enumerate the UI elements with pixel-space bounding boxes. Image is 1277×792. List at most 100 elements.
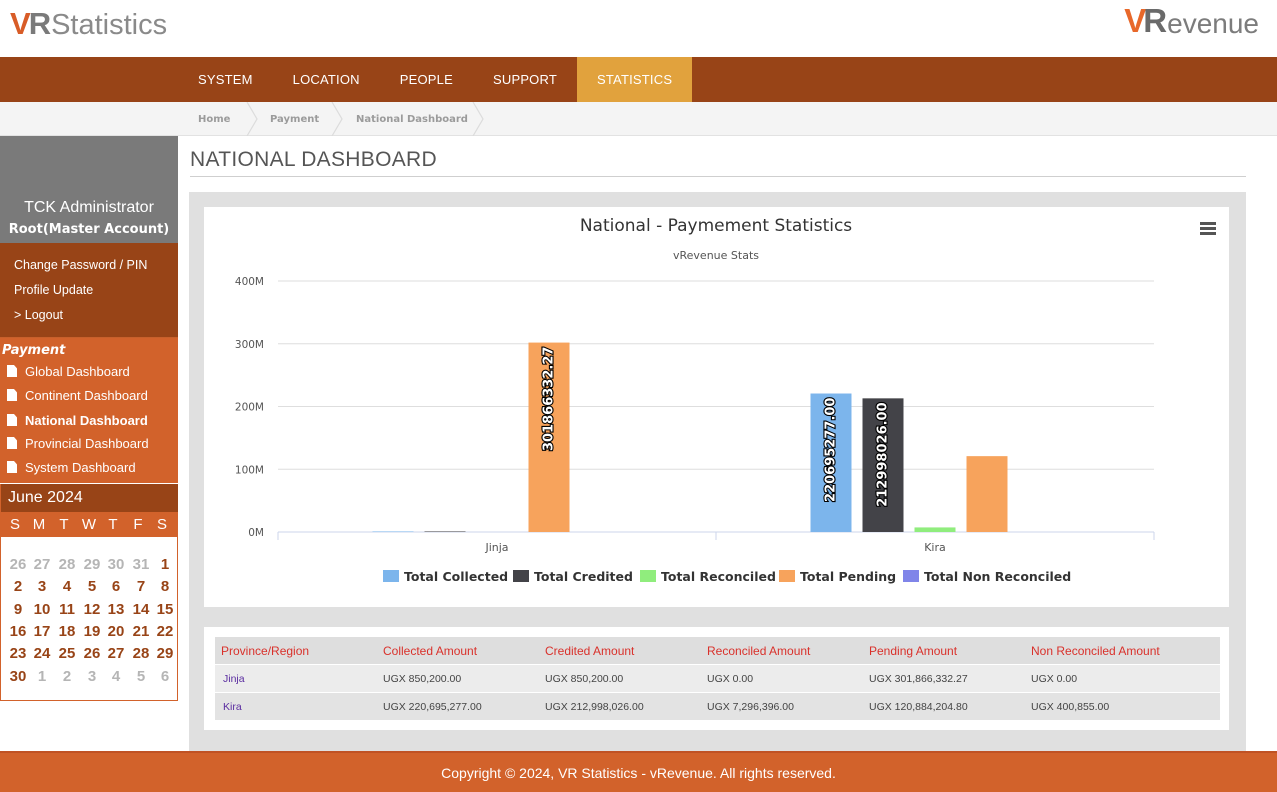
calendar-day[interactable]: 11 bbox=[55, 601, 79, 618]
breadcrumb-home[interactable]: Home bbox=[198, 102, 230, 136]
calendar-day[interactable]: 7 bbox=[129, 578, 153, 595]
account-link-logout[interactable]: > Logout bbox=[14, 308, 63, 322]
breadcrumb: Home Payment National Dashboard bbox=[0, 102, 1277, 136]
calendar-day[interactable]: 20 bbox=[104, 623, 128, 640]
breadcrumb-payment[interactable]: Payment bbox=[270, 102, 319, 136]
document-icon bbox=[7, 461, 17, 473]
calendar-day[interactable]: 21 bbox=[129, 623, 153, 640]
weekday-label: T bbox=[108, 516, 118, 533]
calendar-day[interactable]: 17 bbox=[30, 623, 54, 640]
calendar-day[interactable]: 13 bbox=[104, 601, 128, 618]
legend-item-total-reconciled[interactable]: Total Reconciled bbox=[661, 569, 776, 584]
column-header-non-reconciled-amount[interactable]: Non Reconciled Amount bbox=[1031, 644, 1160, 658]
account-link-profile-update[interactable]: Profile Update bbox=[14, 283, 93, 297]
payment-menu: Payment Global Dashboard Continent Dashbo… bbox=[0, 338, 178, 483]
breadcrumb-separator bbox=[246, 102, 258, 136]
x-tick-label: Kira bbox=[924, 541, 946, 554]
table-cell: UGX 850,200.00 bbox=[545, 673, 624, 685]
vrevenue-logo[interactable]: V Revenue bbox=[1124, 2, 1259, 40]
calendar-day[interactable]: 23 bbox=[6, 645, 30, 662]
calendar-day[interactable]: 3 bbox=[30, 578, 54, 595]
column-header-collected-amount[interactable]: Collected Amount bbox=[383, 644, 477, 658]
calendar-day[interactable]: 18 bbox=[55, 623, 79, 640]
y-tick-label: 200M bbox=[235, 402, 264, 414]
calendar-day[interactable]: 31 bbox=[129, 556, 153, 573]
calendar-day[interactable]: 26 bbox=[6, 556, 30, 573]
data-label: 212998026.00 bbox=[876, 402, 891, 506]
calendar-day[interactable]: 27 bbox=[30, 556, 54, 573]
calendar-day[interactable]: 24 bbox=[30, 645, 54, 662]
nav-system[interactable]: SYSTEM bbox=[178, 57, 273, 102]
nav-people[interactable]: PEOPLE bbox=[380, 57, 473, 102]
calendar-day[interactable]: 28 bbox=[129, 645, 153, 662]
bar-total-collected bbox=[372, 531, 414, 532]
calendar-day[interactable]: 15 bbox=[153, 601, 177, 618]
calendar-day[interactable]: 2 bbox=[55, 668, 79, 685]
nav-statistics[interactable]: STATISTICS bbox=[577, 57, 693, 102]
table-cell: UGX 212,998,026.00 bbox=[545, 701, 644, 713]
column-header-pending-amount[interactable]: Pending Amount bbox=[869, 644, 957, 658]
payment-chart: National - Paymement Statistics vRevenue … bbox=[204, 207, 1229, 607]
calendar-day[interactable]: 9 bbox=[6, 601, 30, 618]
calendar-day[interactable]: 19 bbox=[80, 623, 104, 640]
legend-item-total-collected[interactable]: Total Collected bbox=[404, 569, 508, 584]
document-icon bbox=[7, 389, 17, 401]
calendar-day[interactable]: 5 bbox=[129, 668, 153, 685]
calendar-day[interactable]: 4 bbox=[55, 578, 79, 595]
menu-item-national-dashboard[interactable]: National Dashboard bbox=[7, 411, 148, 429]
breadcrumb-separator bbox=[472, 102, 484, 136]
calendar-day[interactable]: 14 bbox=[129, 601, 153, 618]
legend-swatch bbox=[513, 570, 529, 582]
region-link[interactable]: Kira bbox=[223, 701, 242, 713]
calendar-day[interactable]: 2 bbox=[6, 578, 30, 595]
legend-item-total-non-reconciled[interactable]: Total Non Reconciled bbox=[924, 569, 1071, 584]
logo-text: evenue bbox=[1167, 8, 1259, 39]
calendar-day[interactable]: 22 bbox=[153, 623, 177, 640]
legend-swatch bbox=[903, 570, 919, 582]
chart-title: National - Paymement Statistics bbox=[580, 216, 852, 236]
calendar-day[interactable]: 1 bbox=[153, 556, 177, 573]
calendar-day[interactable]: 8 bbox=[153, 578, 177, 595]
legend-item-total-pending[interactable]: Total Pending bbox=[800, 569, 896, 584]
calendar-day[interactable]: 27 bbox=[104, 645, 128, 662]
calendar-day[interactable]: 4 bbox=[104, 668, 128, 685]
calendar-day[interactable]: 29 bbox=[153, 645, 177, 662]
calendar-day[interactable]: 16 bbox=[6, 623, 30, 640]
calendar-day[interactable]: 12 bbox=[80, 601, 104, 618]
calendar-day[interactable]: 30 bbox=[104, 556, 128, 573]
calendar-day[interactable]: 29 bbox=[80, 556, 104, 573]
calendar-day[interactable]: 10 bbox=[30, 601, 54, 618]
user-name: TCK Administrator bbox=[24, 199, 154, 216]
table-cell: UGX 400,855.00 bbox=[1031, 701, 1110, 713]
calendar-day[interactable]: 26 bbox=[80, 645, 104, 662]
calendar-day[interactable]: 25 bbox=[55, 645, 79, 662]
legend-item-total-credited[interactable]: Total Credited bbox=[534, 569, 633, 584]
chart-menu-icon[interactable] bbox=[1200, 222, 1216, 235]
menu-item-provincial-dashboard[interactable]: Provincial Dashboard bbox=[7, 434, 149, 452]
calendar-day[interactable]: 1 bbox=[30, 668, 54, 685]
weekday-label: F bbox=[133, 516, 143, 533]
region-link[interactable]: Jinja bbox=[223, 673, 245, 685]
table-cell: UGX 301,866,332.27 bbox=[869, 673, 968, 685]
nav-support[interactable]: SUPPORT bbox=[473, 57, 577, 102]
menu-item-label: National Dashboard bbox=[25, 412, 148, 428]
bar-total-credited bbox=[424, 531, 466, 532]
calendar-day[interactable]: 3 bbox=[80, 668, 104, 685]
calendar-day[interactable]: 30 bbox=[6, 668, 30, 685]
menu-item-label: System Dashboard bbox=[25, 459, 136, 475]
vrstatistics-logo[interactable]: V R Statistics bbox=[10, 6, 167, 42]
menu-item-global-dashboard[interactable]: Global Dashboard bbox=[7, 362, 130, 380]
calendar-day[interactable]: 28 bbox=[55, 556, 79, 573]
calendar-day[interactable]: 6 bbox=[104, 578, 128, 595]
column-header-credited-amount[interactable]: Credited Amount bbox=[545, 644, 634, 658]
calendar-day[interactable]: 5 bbox=[80, 578, 104, 595]
menu-item-continent-dashboard[interactable]: Continent Dashboard bbox=[7, 386, 148, 404]
menu-item-system-dashboard[interactable]: System Dashboard bbox=[7, 458, 136, 476]
calendar-day[interactable]: 6 bbox=[153, 668, 177, 685]
column-header-reconciled-amount[interactable]: Reconciled Amount bbox=[707, 644, 810, 658]
account-link-change-password-pin[interactable]: Change Password / PIN bbox=[14, 258, 147, 272]
breadcrumb-national-dashboard[interactable]: National Dashboard bbox=[356, 102, 468, 136]
table-header: Province/Region Collected Amount Credited … bbox=[215, 637, 1220, 664]
nav-location[interactable]: LOCATION bbox=[273, 57, 380, 102]
column-header-province-region[interactable]: Province/Region bbox=[221, 644, 309, 658]
